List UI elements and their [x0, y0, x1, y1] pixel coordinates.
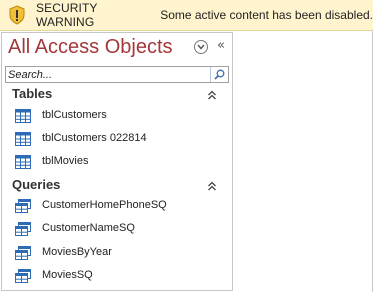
nav-item-label: tblMovies [42, 155, 89, 167]
nav-item-table[interactable]: tblMovies [2, 151, 232, 173]
search-input[interactable] [6, 67, 210, 82]
security-warning-bar: SECURITY WARNING Some active content has… [0, 0, 373, 31]
nav-item-label: tblCustomers 022814 [42, 132, 147, 144]
nav-pane-header[interactable]: All Access Objects « [2, 33, 232, 63]
nav-item-table[interactable]: tblCustomers 022814 [2, 128, 232, 150]
nav-item-query[interactable]: CustomerHomePhoneSQ [2, 195, 232, 217]
search-box[interactable] [5, 66, 229, 83]
query-icon [15, 269, 31, 283]
group-label: Tables [12, 86, 53, 101]
group-label: Queries [12, 177, 61, 192]
chevron-down-circle-icon[interactable] [194, 40, 208, 54]
nav-item-label: tblCustomers [42, 109, 107, 121]
security-warning-message: Some active content has been disabled. [160, 8, 373, 22]
table-icon [15, 155, 31, 169]
nav-item-label: MoviesSQ [42, 269, 93, 281]
chevron-double-up-icon[interactable] [206, 179, 218, 191]
warning-shield-icon [9, 4, 25, 26]
query-icon [15, 199, 31, 213]
nav-item-query[interactable]: MoviesByYear [2, 242, 232, 264]
nav-item-label: MoviesByYear [42, 246, 112, 258]
nav-item-query[interactable]: CustomerNameSQ [2, 218, 232, 240]
query-icon [15, 246, 31, 260]
chevron-double-up-icon[interactable] [206, 88, 218, 100]
group-header-tables[interactable]: Tables [2, 85, 232, 103]
table-icon [15, 132, 31, 146]
nav-item-label: CustomerNameSQ [42, 222, 135, 234]
table-icon [15, 109, 31, 123]
nav-item-label: CustomerHomePhoneSQ [42, 199, 167, 211]
search-icon[interactable] [210, 67, 227, 82]
nav-item-table[interactable]: tblCustomers [2, 105, 232, 127]
query-icon [15, 222, 31, 236]
nav-pane-title[interactable]: All Access Objects [8, 36, 173, 59]
group-header-queries[interactable]: Queries [2, 176, 232, 194]
nav-item-query[interactable]: MoviesSQ [2, 265, 232, 287]
navigation-pane: All Access Objects « Tables [1, 32, 233, 291]
shutter-bar-close-button[interactable]: « [214, 38, 228, 54]
security-warning-title: SECURITY WARNING [36, 1, 98, 29]
document-workspace[interactable] [240, 32, 372, 291]
